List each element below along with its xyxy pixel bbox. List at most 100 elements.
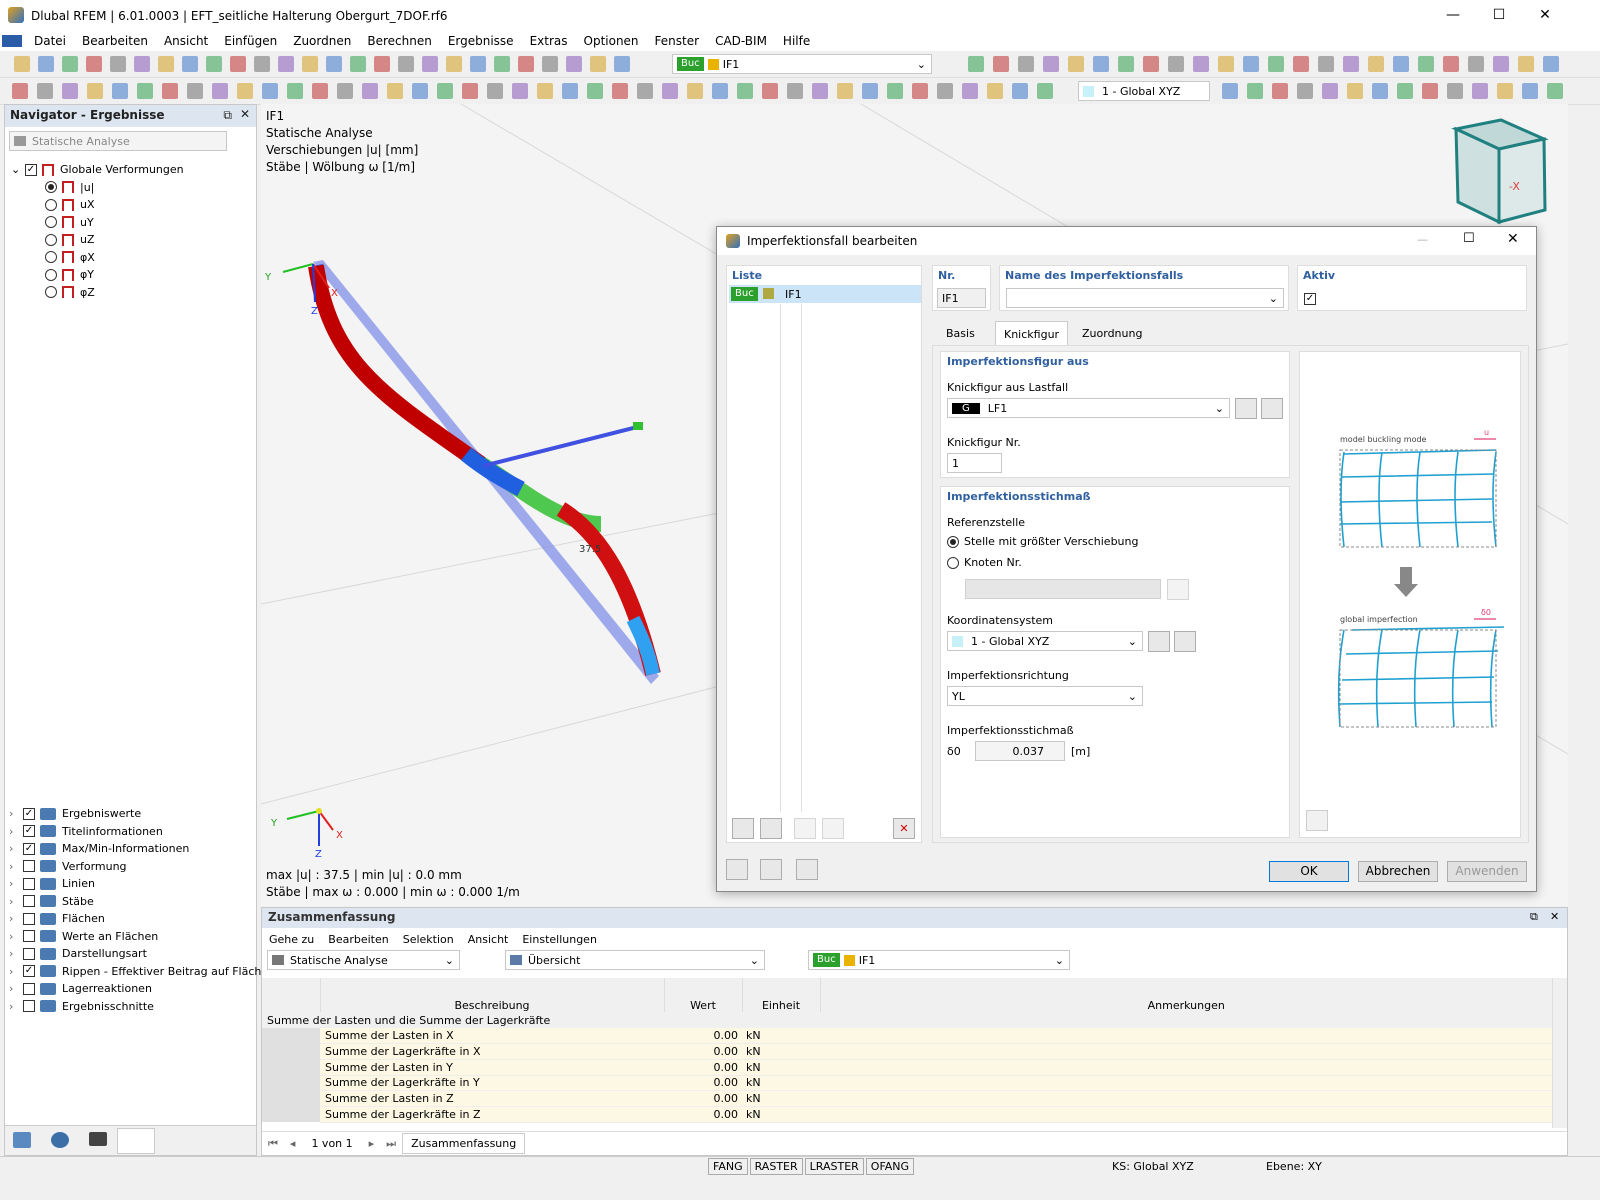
toolbar-icon[interactable] bbox=[1018, 56, 1034, 72]
toolbar-icon[interactable] bbox=[182, 56, 198, 72]
list-item[interactable]: Buc IF1 bbox=[729, 285, 921, 303]
delta-input[interactable]: 0.037 bbox=[975, 741, 1065, 761]
toolbar-icon[interactable] bbox=[437, 83, 453, 99]
toolbar-icon[interactable] bbox=[1497, 83, 1513, 99]
toolbar-icon[interactable] bbox=[337, 83, 353, 99]
toolbar-icon[interactable] bbox=[302, 56, 318, 72]
coordinate-system-select[interactable]: 1 - Global XYZ bbox=[1078, 81, 1210, 101]
toolbar-icon[interactable] bbox=[1012, 83, 1028, 99]
toolbar-icon[interactable] bbox=[1243, 56, 1259, 72]
toolbar-icon[interactable] bbox=[1268, 56, 1284, 72]
summary-menu-select[interactable]: Selektion bbox=[396, 933, 461, 946]
toolbar-icon[interactable] bbox=[1193, 56, 1209, 72]
toolbar-icon[interactable] bbox=[1037, 83, 1053, 99]
dialog-maximize-button[interactable]: ☐ bbox=[1463, 231, 1475, 246]
menu-extras[interactable]: Extras bbox=[522, 34, 576, 48]
toolbar-icon[interactable] bbox=[1222, 83, 1238, 99]
checkbox[interactable]: ✓ bbox=[23, 825, 35, 838]
pin-icon[interactable]: ⧉ bbox=[223, 108, 232, 123]
camera-tab-icon[interactable] bbox=[89, 1132, 107, 1146]
data-tab-icon[interactable] bbox=[13, 1132, 31, 1148]
uncheck-button[interactable] bbox=[822, 818, 844, 839]
toolbar-icon[interactable] bbox=[12, 83, 28, 99]
image-options-button[interactable] bbox=[1306, 810, 1328, 831]
toolbar-icon[interactable] bbox=[787, 83, 803, 99]
toolbar-icon[interactable] bbox=[537, 83, 553, 99]
menu-fenster[interactable]: Fenster bbox=[647, 34, 708, 48]
radio-icon[interactable] bbox=[45, 198, 57, 211]
summary-menu-view[interactable]: Ansicht bbox=[461, 933, 516, 946]
tree-item[interactable]: uX bbox=[11, 196, 184, 214]
tree-item[interactable]: φX bbox=[11, 249, 184, 267]
nr-field[interactable]: IF1 bbox=[937, 288, 986, 308]
toolbar-icon[interactable] bbox=[374, 56, 390, 72]
table-row[interactable]: Summe der Lasten in Y 0.00 kN bbox=[262, 1059, 1552, 1076]
toolbar-icon[interactable] bbox=[1393, 56, 1409, 72]
toolbar-icon[interactable] bbox=[737, 83, 753, 99]
toolbar-icon[interactable] bbox=[1468, 56, 1484, 72]
node-field[interactable] bbox=[965, 579, 1161, 599]
toolbar-icon[interactable] bbox=[470, 56, 486, 72]
tree-item[interactable]: |u| bbox=[11, 179, 184, 197]
toolbar-icon[interactable] bbox=[566, 56, 582, 72]
checkbox[interactable]: ✓ bbox=[25, 163, 37, 176]
toolbar-icon[interactable] bbox=[837, 83, 853, 99]
toolbar-icon[interactable] bbox=[362, 83, 378, 99]
toolbar-icon[interactable] bbox=[86, 56, 102, 72]
summary-lc-select[interactable]: Buc IF1 ⌄ bbox=[808, 950, 1070, 970]
toolbar-icon[interactable] bbox=[968, 56, 984, 72]
status-toggle[interactable]: LRASTER bbox=[804, 1158, 864, 1175]
toolbar-icon[interactable] bbox=[187, 83, 203, 99]
display-option[interactable]: › Stäbe bbox=[9, 893, 272, 911]
toolbar-icon[interactable] bbox=[237, 83, 253, 99]
menu-ergebnisse[interactable]: Ergebnisse bbox=[440, 34, 522, 48]
toolbar-icon[interactable] bbox=[137, 83, 153, 99]
toolbar-icon[interactable] bbox=[1493, 56, 1509, 72]
radio-icon[interactable] bbox=[45, 216, 57, 229]
toolbar-icon[interactable] bbox=[993, 56, 1009, 72]
toolbar-icon[interactable] bbox=[412, 83, 428, 99]
active-checkbox[interactable]: ✓ bbox=[1304, 293, 1316, 305]
toolbar-icon[interactable] bbox=[1518, 56, 1534, 72]
toolbar-icon[interactable] bbox=[887, 83, 903, 99]
expand-icon[interactable]: › bbox=[9, 982, 23, 995]
toolbar-icon[interactable] bbox=[937, 83, 953, 99]
close-icon[interactable]: ✕ bbox=[1550, 910, 1559, 923]
toolbar-icon[interactable] bbox=[62, 83, 78, 99]
tab-zuordnung[interactable]: Zuordnung bbox=[1074, 325, 1150, 342]
tab-knickfigur[interactable]: Knickfigur bbox=[995, 321, 1069, 347]
dir-dropdown[interactable]: YL ⌄ bbox=[947, 686, 1143, 706]
display-option[interactable]: › ✓ Rippen - Effektiver Beitrag auf Fläch.… bbox=[9, 963, 272, 981]
display-option[interactable]: › ✓ Ergebniswerte bbox=[9, 805, 272, 823]
checkbox[interactable] bbox=[23, 930, 35, 943]
toolbar-icon[interactable] bbox=[1118, 56, 1134, 72]
toolbar-icon[interactable] bbox=[422, 56, 438, 72]
toolbar-icon[interactable] bbox=[1368, 56, 1384, 72]
radio-icon[interactable] bbox=[45, 251, 57, 264]
check-button[interactable] bbox=[794, 818, 816, 839]
toolbar-icon[interactable] bbox=[1347, 83, 1363, 99]
toolbar-icon[interactable] bbox=[1247, 83, 1263, 99]
toolbar-icon[interactable] bbox=[912, 83, 928, 99]
checkbox[interactable] bbox=[23, 912, 35, 925]
summary-view-select[interactable]: Übersicht ⌄ bbox=[505, 950, 765, 970]
pin-icon[interactable]: ⧉ bbox=[1530, 910, 1538, 924]
toolbar-icon[interactable] bbox=[987, 83, 1003, 99]
toolbar-icon[interactable] bbox=[1218, 56, 1234, 72]
toolbar-icon[interactable] bbox=[110, 56, 126, 72]
toolbar-icon[interactable] bbox=[398, 56, 414, 72]
new-lf-button[interactable] bbox=[1235, 398, 1257, 419]
menu-hilfe[interactable]: Hilfe bbox=[775, 34, 818, 48]
toolbar-icon[interactable] bbox=[542, 56, 558, 72]
dialog-minimize-button[interactable]: — bbox=[1417, 233, 1428, 246]
toolbar-icon[interactable] bbox=[87, 83, 103, 99]
toolbar-icon[interactable] bbox=[312, 83, 328, 99]
summary-analysis-select[interactable]: Statische Analyse ⌄ bbox=[267, 950, 460, 970]
toolbar-icon[interactable] bbox=[14, 56, 30, 72]
display-option[interactable]: › Verformung bbox=[9, 858, 272, 876]
toolbar-icon[interactable] bbox=[112, 83, 128, 99]
toolbar-icon[interactable] bbox=[590, 56, 606, 72]
menu-optionen[interactable]: Optionen bbox=[576, 34, 647, 48]
menu-datei[interactable]: Datei bbox=[26, 34, 74, 48]
first-page-icon[interactable]: ⏮ bbox=[262, 1137, 284, 1151]
